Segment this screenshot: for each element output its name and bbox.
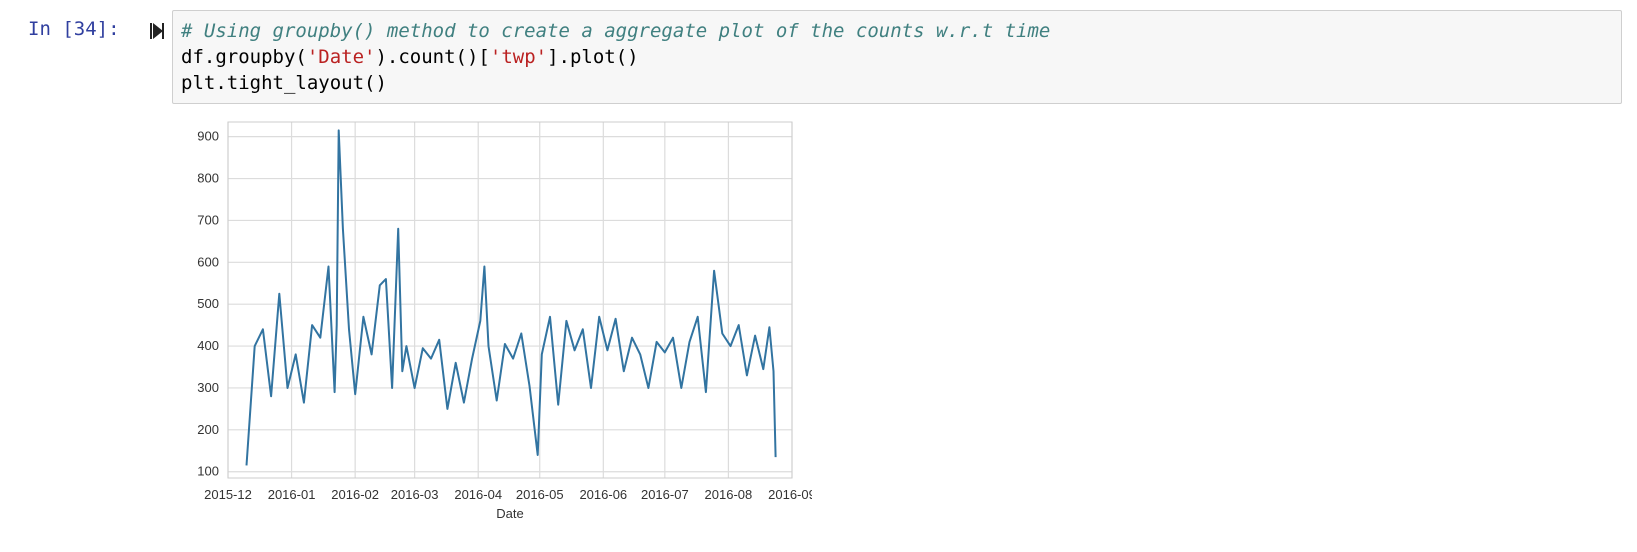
- x-tick-label: 2016-07: [641, 487, 689, 502]
- x-tick-label: 2016-04: [454, 487, 502, 502]
- x-tick-label: 2016-03: [391, 487, 439, 502]
- x-tick-label: 2016-06: [579, 487, 627, 502]
- run-cell-icon[interactable]: [150, 21, 164, 41]
- y-tick-label: 200: [197, 422, 219, 437]
- code-token: ].plot(): [547, 46, 639, 68]
- y-tick-label: 600: [197, 254, 219, 269]
- code-string-date: 'Date': [306, 46, 376, 68]
- y-tick-label: 100: [197, 464, 219, 479]
- code-text[interactable]: # Using groupby() method to create a agg…: [181, 18, 1050, 96]
- code-line-3: plt.tight_layout(): [181, 72, 387, 94]
- code-token: df.groupby(: [181, 46, 307, 68]
- cell-output: 2015-12 2016-01 2016-02 2016-03 2016-04 2016-…: [172, 110, 816, 530]
- y-tick-label: 500: [197, 296, 219, 311]
- y-tick-label: 900: [197, 129, 219, 144]
- y-tick-label: 300: [197, 380, 219, 395]
- plot-area: [228, 122, 792, 478]
- code-token: ).count()[: [375, 46, 490, 68]
- x-tick-label: 2015-12: [204, 487, 252, 502]
- x-tick-label: 2016-01: [268, 487, 316, 502]
- y-tick-label: 700: [197, 212, 219, 227]
- x-axis-label: Date: [496, 506, 523, 521]
- x-tick-label: 2016-05: [516, 487, 564, 502]
- x-tick-label: 2016-09: [768, 487, 812, 502]
- y-tick-label: 800: [197, 171, 219, 186]
- line-chart: 2015-12 2016-01 2016-02 2016-03 2016-04 2016-…: [197, 121, 816, 521]
- code-cell-editor[interactable]: # Using groupby() method to create a agg…: [172, 10, 1622, 104]
- code-comment: # Using groupby() method to create a agg…: [181, 20, 1051, 42]
- x-tick-label: 2016-08: [705, 487, 753, 502]
- x-tick-label: 2016-02: [331, 487, 379, 502]
- y-tick-label: 400: [197, 338, 219, 353]
- code-string-twp: 'twp': [489, 46, 548, 68]
- cell-prompt: In [34]:: [28, 18, 120, 40]
